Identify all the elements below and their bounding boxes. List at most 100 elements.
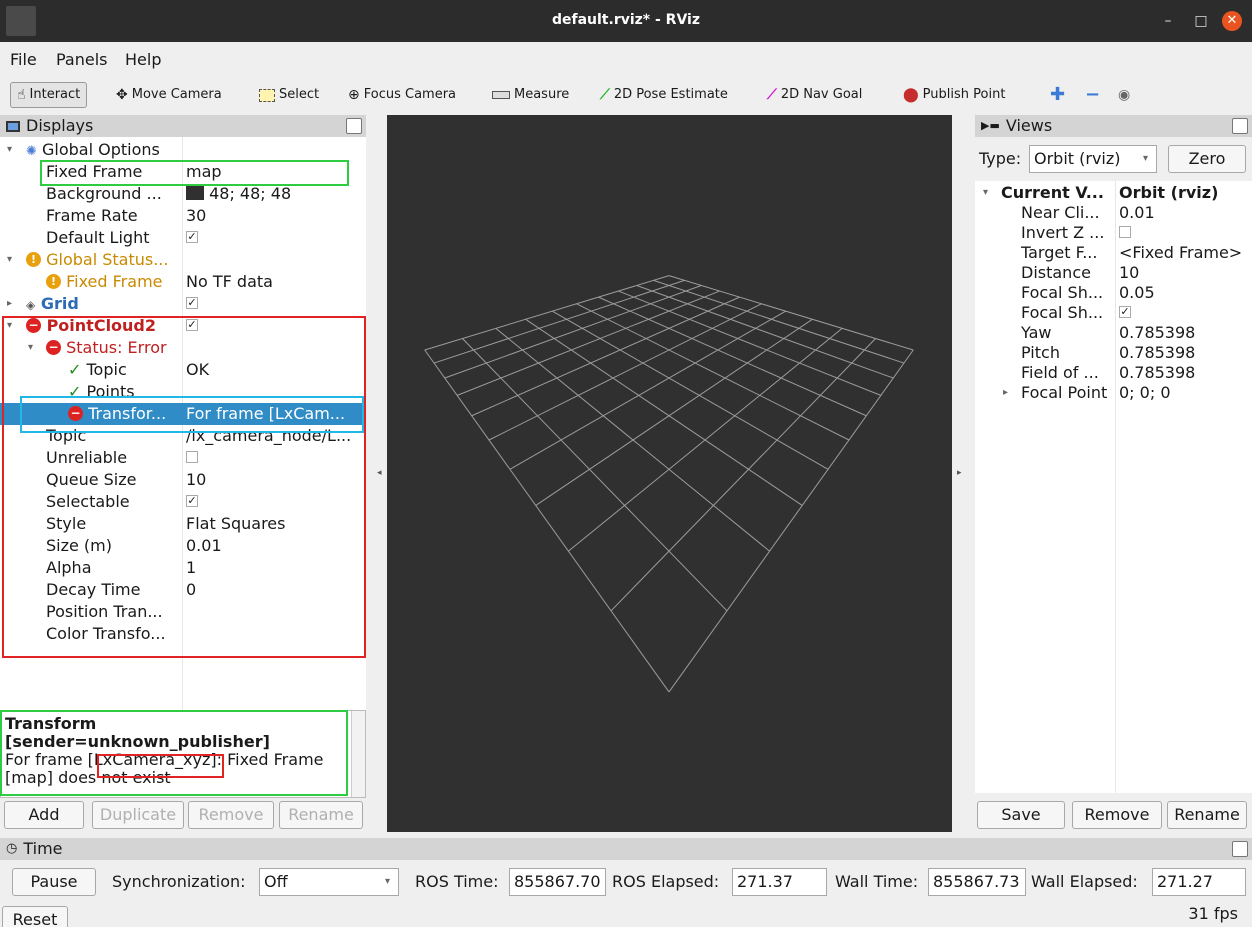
tree-row-unreliable[interactable]: Unreliable bbox=[0, 447, 366, 469]
view-row-field-of-view[interactable]: Field of ... 0.785398 bbox=[975, 363, 1252, 383]
expand-arrow-icon[interactable]: ▾ bbox=[7, 139, 12, 161]
description-scrollbar[interactable] bbox=[351, 711, 365, 797]
view-prop-value[interactable]: 0.785398 bbox=[1119, 343, 1195, 363]
default-light-checkbox[interactable]: ✓ bbox=[186, 231, 198, 243]
view-row-near-clip[interactable]: Near Cli... 0.01 bbox=[975, 203, 1252, 223]
rename-view-button[interactable]: Rename bbox=[1167, 801, 1247, 829]
grid-checkbox[interactable]: ✓ bbox=[186, 297, 198, 309]
view-prop-value[interactable]: <Fixed Frame> bbox=[1119, 243, 1242, 263]
tree-row-alpha[interactable]: Alpha 1 bbox=[0, 557, 366, 579]
collapse-arrow-icon[interactable]: ▸ bbox=[1003, 383, 1008, 403]
move-camera-tool[interactable]: ✥ Move Camera bbox=[116, 82, 222, 108]
topic-value[interactable]: /lx_camera_node/L... bbox=[186, 425, 364, 447]
undock-button[interactable] bbox=[1232, 841, 1248, 857]
pose-estimate-tool[interactable]: ⟋ 2D Pose Estimate bbox=[600, 82, 728, 108]
remove-display-button[interactable]: Remove bbox=[188, 801, 274, 829]
minimize-button[interactable]: – bbox=[1158, 11, 1178, 31]
tree-row-default-light[interactable]: Default Light ✓ bbox=[0, 227, 366, 249]
render-viewport[interactable] bbox=[387, 115, 952, 832]
reset-button[interactable]: Reset bbox=[2, 906, 68, 927]
tree-row-style[interactable]: Style Flat Squares bbox=[0, 513, 366, 535]
select-tool[interactable]: Select bbox=[259, 82, 319, 108]
tree-row-grid[interactable]: ▸ ◈ Grid ✓ bbox=[0, 293, 366, 315]
tree-row-pointcloud2[interactable]: ▾ − PointCloud2 ✓ bbox=[0, 315, 366, 337]
pointcloud2-checkbox[interactable]: ✓ bbox=[186, 319, 198, 331]
view-prop-value[interactable]: 0; 0; 0 bbox=[1119, 383, 1171, 403]
tree-row-frame-rate[interactable]: Frame Rate 30 bbox=[0, 205, 366, 227]
tree-row-decay-time[interactable]: Decay Time 0 bbox=[0, 579, 366, 601]
pause-button[interactable]: Pause bbox=[12, 868, 96, 896]
tree-row-fixed-frame-status[interactable]: ! Fixed Frame No TF data bbox=[0, 271, 366, 293]
ros-time-field[interactable]: 855867.70 bbox=[509, 868, 606, 896]
tree-row-background[interactable]: Background ... 48; 48; 48 bbox=[0, 183, 366, 205]
close-button[interactable]: ✕ bbox=[1222, 11, 1242, 31]
publish-point-tool[interactable]: ⬤ Publish Point bbox=[903, 82, 1005, 108]
view-row-yaw[interactable]: Yaw 0.785398 bbox=[975, 323, 1252, 343]
tree-row-queue-size[interactable]: Queue Size 10 bbox=[0, 469, 366, 491]
size-value[interactable]: 0.01 bbox=[186, 535, 364, 557]
view-type-select[interactable]: Orbit (rviz) ▾ bbox=[1029, 145, 1157, 173]
tree-row-color-transform[interactable]: Color Transfo... bbox=[0, 623, 366, 645]
rename-display-button[interactable]: Rename bbox=[279, 801, 363, 829]
expand-arrow-icon[interactable]: ▾ bbox=[7, 249, 12, 271]
duplicate-display-button[interactable]: Duplicate bbox=[92, 801, 184, 829]
wall-time-field[interactable]: 855867.73 bbox=[928, 868, 1026, 896]
view-row-target-frame[interactable]: Target F... <Fixed Frame> bbox=[975, 243, 1252, 263]
right-splitter-handle[interactable]: ▸ bbox=[957, 468, 962, 478]
tree-row-status-error[interactable]: ▾ − Status: Error bbox=[0, 337, 366, 359]
left-splitter-handle[interactable]: ◂ bbox=[377, 468, 382, 478]
decay-time-value[interactable]: 0 bbox=[186, 579, 364, 601]
fixed-frame-value[interactable]: map bbox=[186, 161, 364, 183]
tree-row-global-status[interactable]: ▾ ! Global Status... bbox=[0, 249, 366, 271]
wall-elapsed-field[interactable]: 271.27 bbox=[1152, 868, 1246, 896]
focal-shape-checkbox[interactable]: ✓ bbox=[1119, 306, 1131, 318]
background-value[interactable]: 48; 48; 48 bbox=[186, 183, 364, 205]
view-prop-value[interactable]: 0.785398 bbox=[1119, 323, 1195, 343]
alpha-value[interactable]: 1 bbox=[186, 557, 364, 579]
tool-properties-button[interactable]: ◉ bbox=[1118, 82, 1130, 108]
remove-view-button[interactable]: Remove bbox=[1072, 801, 1162, 829]
tree-row-transform[interactable]: − Transfor... For frame [LxCam... bbox=[0, 403, 366, 425]
unreliable-checkbox[interactable] bbox=[186, 451, 198, 463]
view-row-focal-shape-size[interactable]: Focal Sh... 0.05 bbox=[975, 283, 1252, 303]
view-row-invert-z[interactable]: Invert Z ... bbox=[975, 223, 1252, 243]
expand-arrow-icon[interactable]: ▾ bbox=[983, 183, 988, 203]
tree-row-global-options[interactable]: ▾ ✺ Global Options bbox=[0, 139, 366, 161]
invert-z-checkbox[interactable] bbox=[1119, 226, 1131, 238]
menu-file[interactable]: File bbox=[10, 50, 37, 69]
undock-button[interactable] bbox=[346, 118, 362, 134]
selectable-checkbox[interactable]: ✓ bbox=[186, 495, 198, 507]
tree-row-selectable[interactable]: Selectable ✓ bbox=[0, 491, 366, 513]
queue-size-value[interactable]: 10 bbox=[186, 469, 364, 491]
sync-select[interactable]: Off ▾ bbox=[259, 868, 399, 896]
view-prop-value[interactable]: 0.785398 bbox=[1119, 363, 1195, 383]
zero-button[interactable]: Zero bbox=[1168, 145, 1246, 173]
view-prop-value[interactable]: 0.05 bbox=[1119, 283, 1155, 303]
measure-tool[interactable]: Measure bbox=[492, 82, 569, 108]
tree-row-topic[interactable]: Topic /lx_camera_node/L... bbox=[0, 425, 366, 447]
expand-arrow-icon[interactable]: ▾ bbox=[28, 337, 33, 359]
tree-row-position-transform[interactable]: Position Tran... bbox=[0, 601, 366, 623]
frame-rate-value[interactable]: 30 bbox=[186, 205, 364, 227]
view-prop-value[interactable]: 0.01 bbox=[1119, 203, 1155, 223]
focus-camera-tool[interactable]: ⊕ Focus Camera bbox=[348, 82, 456, 108]
maximize-button[interactable]: □ bbox=[1191, 11, 1211, 31]
menu-panels[interactable]: Panels bbox=[56, 50, 108, 69]
save-view-button[interactable]: Save bbox=[977, 801, 1065, 829]
view-row-focal-shape-fixed[interactable]: Focal Sh... ✓ bbox=[975, 303, 1252, 323]
remove-tool-button[interactable]: − bbox=[1085, 82, 1100, 108]
view-row-distance[interactable]: Distance 10 bbox=[975, 263, 1252, 283]
style-value[interactable]: Flat Squares bbox=[186, 513, 364, 535]
collapse-arrow-icon[interactable]: ▸ bbox=[7, 293, 12, 315]
interact-tool[interactable]: ☝ Interact bbox=[10, 82, 88, 108]
ros-elapsed-field[interactable]: 271.37 bbox=[732, 868, 827, 896]
tree-row-points[interactable]: ✓ Points bbox=[0, 381, 366, 403]
nav-goal-tool[interactable]: ⟋ 2D Nav Goal bbox=[767, 82, 862, 108]
tree-row-topic-status[interactable]: ✓ Topic OK bbox=[0, 359, 366, 381]
add-display-button[interactable]: Add bbox=[4, 801, 84, 829]
tree-row-size[interactable]: Size (m) 0.01 bbox=[0, 535, 366, 557]
view-row-current[interactable]: ▾ Current V... Orbit (rviz) bbox=[975, 183, 1252, 203]
expand-arrow-icon[interactable]: ▾ bbox=[7, 315, 12, 337]
view-row-focal-point[interactable]: ▸ Focal Point 0; 0; 0 bbox=[975, 383, 1252, 403]
undock-button[interactable] bbox=[1232, 118, 1248, 134]
